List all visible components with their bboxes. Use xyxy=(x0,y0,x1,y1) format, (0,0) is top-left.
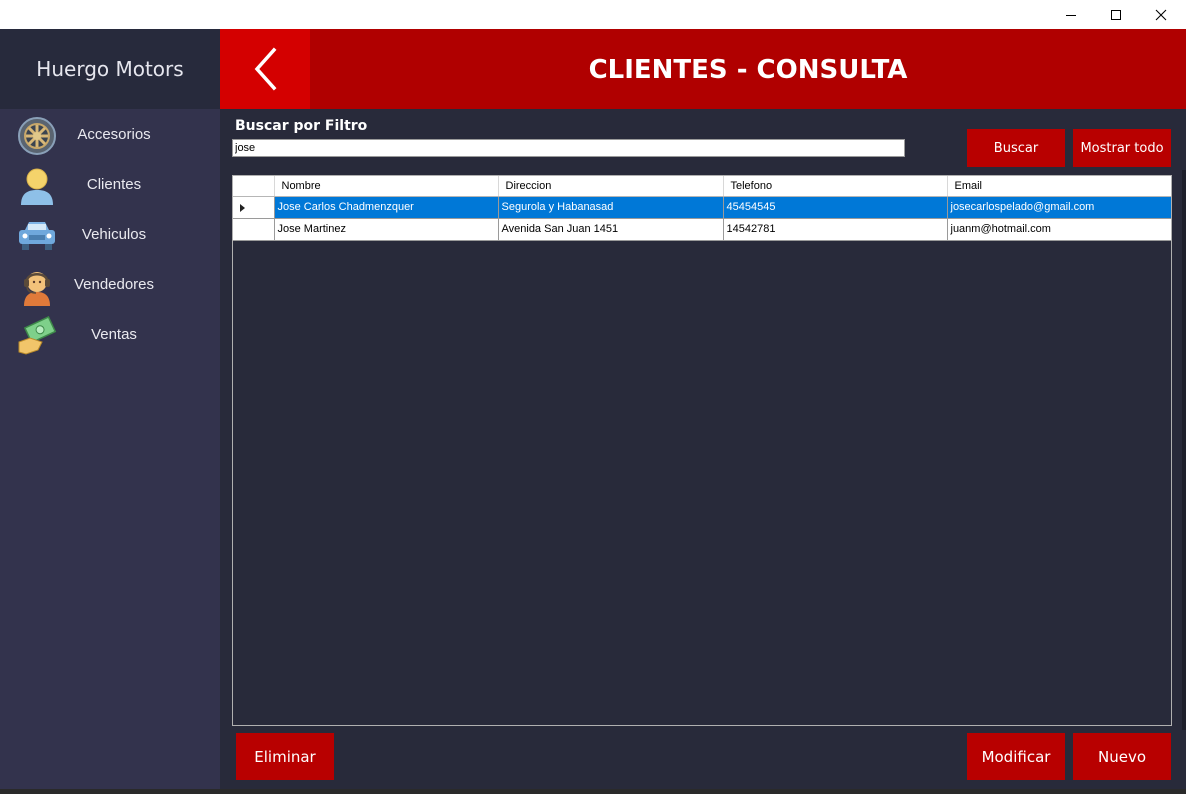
window-bottom-border xyxy=(0,789,1186,794)
wheel-icon xyxy=(16,116,58,156)
minimize-icon[interactable] xyxy=(1048,0,1094,29)
cell-nombre[interactable]: Jose Martinez xyxy=(274,218,499,241)
table-row[interactable]: Jose Carlos Chadmenzquer Segurola y Haba… xyxy=(233,196,1171,219)
sidebar-item-clientes[interactable]: Clientes xyxy=(0,160,220,210)
brand-name: Huergo Motors xyxy=(36,57,184,81)
brand-logo: Huergo Motors xyxy=(0,29,220,109)
search-input[interactable] xyxy=(232,139,905,157)
sidebar-item-label: Accesorios xyxy=(77,126,151,143)
search-button[interactable]: Buscar xyxy=(967,129,1065,167)
row-header[interactable] xyxy=(233,218,275,241)
maximize-icon[interactable] xyxy=(1093,0,1139,29)
cell-email[interactable]: juanm@hotmail.com xyxy=(947,218,1171,241)
delete-button[interactable]: Eliminar xyxy=(236,733,334,780)
show-all-button[interactable]: Mostrar todo xyxy=(1073,129,1171,167)
column-header-email[interactable]: Email xyxy=(947,176,1171,197)
sidebar-item-label: Ventas xyxy=(91,326,137,343)
chevron-left-icon xyxy=(254,47,277,91)
headset-agent-icon xyxy=(16,266,58,306)
back-button[interactable] xyxy=(220,29,310,109)
cell-nombre[interactable]: Jose Carlos Chadmenzquer xyxy=(274,196,499,219)
filter-label: Buscar por Filtro xyxy=(235,118,368,134)
car-icon xyxy=(16,216,58,256)
cell-direccion[interactable]: Avenida San Juan 1451 xyxy=(498,218,724,241)
row-header[interactable] xyxy=(233,196,275,219)
sidebar-item-label: Clientes xyxy=(86,176,142,193)
sidebar-item-label: Vehiculos xyxy=(81,226,147,243)
current-row-arrow-icon xyxy=(240,203,245,212)
cell-telefono[interactable]: 14542781 xyxy=(723,218,948,241)
money-hand-icon xyxy=(16,316,58,356)
sidebar-item-vehiculos[interactable]: Vehiculos xyxy=(0,210,220,260)
cell-email[interactable]: josecarlospelado@gmail.com xyxy=(947,196,1171,219)
sidebar: Huergo Motors Accesorios Clientes Vehicu… xyxy=(0,29,220,794)
modify-button[interactable]: Modificar xyxy=(967,733,1065,780)
user-icon xyxy=(16,166,58,206)
column-header-nombre[interactable]: Nombre xyxy=(274,176,499,197)
column-header-telefono[interactable]: Telefono xyxy=(723,176,948,197)
sidebar-item-ventas[interactable]: Ventas xyxy=(0,310,220,360)
page-title: CLIENTES - CONSULTA xyxy=(588,55,908,85)
row-header-corner xyxy=(233,176,275,197)
sidebar-item-label: Vendedores xyxy=(73,276,155,293)
column-header-direccion[interactable]: Direccion xyxy=(498,176,724,197)
table-row[interactable]: Jose Martinez Avenida San Juan 1451 1454… xyxy=(233,218,1171,241)
table-header-row: Nombre Direccion Telefono Email xyxy=(233,176,1171,197)
window-edge xyxy=(1182,170,1186,730)
new-button[interactable]: Nuevo xyxy=(1073,733,1171,780)
clients-table: Nombre Direccion Telefono Email Jose Car… xyxy=(233,176,1171,241)
sidebar-item-accesorios[interactable]: Accesorios xyxy=(0,110,220,160)
page-header: CLIENTES - CONSULTA xyxy=(220,29,1186,109)
cell-direccion[interactable]: Segurola y Habanasad xyxy=(498,196,724,219)
close-icon[interactable] xyxy=(1138,0,1184,29)
window-titlebar xyxy=(0,0,1186,29)
cell-telefono[interactable]: 45454545 xyxy=(723,196,948,219)
clients-grid[interactable]: Nombre Direccion Telefono Email Jose Car… xyxy=(232,175,1172,726)
sidebar-item-vendedores[interactable]: Vendedores xyxy=(0,260,220,310)
